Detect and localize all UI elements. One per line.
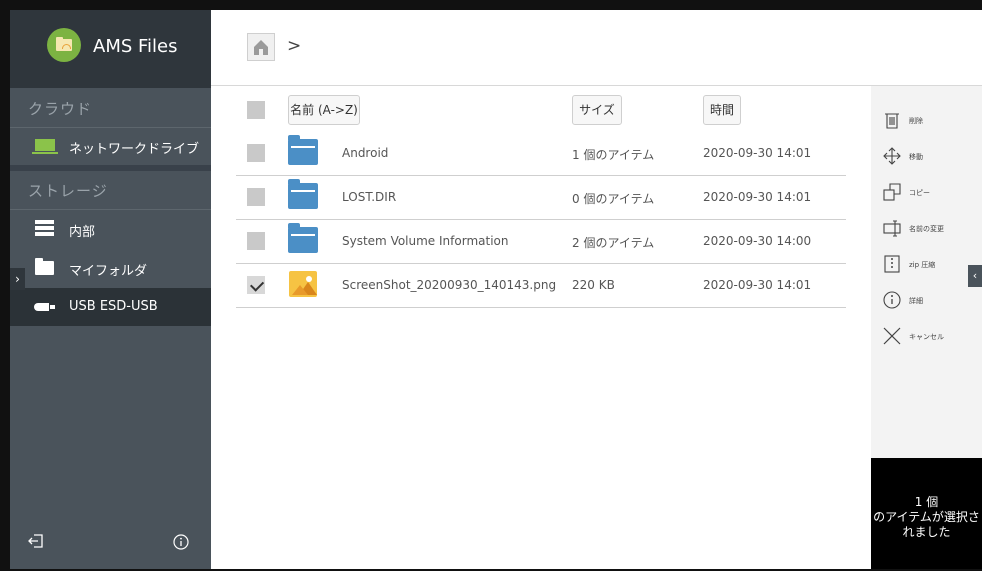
file-time: 2020-09-30 14:01 [703,278,812,292]
zip-icon [884,255,900,273]
image-file-icon [289,271,317,297]
section-cloud: クラウド [10,88,211,128]
sidebar-item-label: USB ESD-USB [69,299,158,314]
action-label: 削除 [909,117,923,125]
panel-collapse-toggle[interactable]: ‹ [968,265,982,287]
table-row[interactable]: Android 1 個のアイテム 2020-09-30 14:01 [236,132,846,176]
action-label: 移動 [909,153,923,161]
status-line: のアイテムが選択さ [873,510,980,524]
breadcrumb-separator: > [287,36,302,56]
section-label-storage: ストレージ [28,182,108,200]
row-checkbox[interactable] [247,144,265,162]
breadcrumb-bar: > [211,10,982,86]
action-label: zip 圧縮 [909,261,936,269]
check-icon [250,277,265,292]
app-header: AMS Files [10,10,211,88]
sidebar-item-my-folder[interactable]: マイフォルダ [10,249,211,287]
app-logo-icon [47,28,81,62]
file-size: 220 KB [572,278,615,292]
selection-status: 1 個 のアイテムが選択さ れました [871,458,982,569]
action-label: コピー [909,189,930,197]
internal-storage-icon [35,220,54,237]
file-size: 2 個のアイテム [572,236,655,250]
table-row[interactable]: System Volume Information 2 個のアイテム 2020-… [236,220,846,264]
row-checkbox[interactable] [247,232,265,250]
app-title: AMS Files [93,36,178,57]
info-icon[interactable] [173,534,189,550]
details-button[interactable]: 詳細 [871,283,982,319]
cancel-button[interactable]: キャンセル [871,319,982,355]
home-button[interactable] [247,33,275,61]
row-checkbox[interactable] [247,188,265,206]
sidebar: AMS Files クラウド ネットワークドライブ ストレージ 内部 マイフォル… [10,10,211,569]
file-name: ScreenShot_20200930_140143.png [342,278,557,292]
file-time: 2020-09-30 14:01 [703,146,812,160]
row-checkbox-checked[interactable] [247,276,265,294]
home-icon [254,40,268,55]
select-all-checkbox[interactable] [247,101,265,119]
folder-icon [288,223,318,253]
network-drive-icon [32,139,58,154]
move-icon [883,147,901,165]
sidebar-item-label: 内部 [69,225,96,240]
copy-button[interactable]: コピー [871,175,982,211]
sidebar-expand-toggle[interactable]: › [10,268,25,290]
move-button[interactable]: 移動 [871,139,982,175]
sort-by-name-button[interactable]: 名前 (A->Z) [288,95,360,125]
action-label: キャンセル [909,333,944,341]
rename-button[interactable]: 名前の変更 [871,211,982,247]
sidebar-item-network-drive[interactable]: ネットワークドライブ [10,127,211,165]
copy-icon [883,183,901,201]
trash-icon [885,113,899,129]
sidebar-item-usb[interactable]: USB ESD-USB [10,288,211,326]
close-icon [883,327,901,345]
sort-by-size-button[interactable]: サイズ [572,95,622,125]
usb-icon [34,303,56,311]
info-icon [883,291,901,309]
sidebar-item-label: マイフォルダ [69,264,148,279]
sort-by-time-button[interactable]: 時間 [703,95,741,125]
status-line: れました [902,525,951,539]
section-label-cloud: クラウド [28,100,93,118]
folder-icon [288,179,318,209]
exit-icon[interactable] [28,534,44,548]
action-panel: 削除 移動 コピー 名前の変更 zip 圧縮 詳細 キャンセル [871,86,982,458]
table-row[interactable]: LOST.DIR 0 個のアイテム 2020-09-30 14:01 [236,176,846,220]
action-label: 詳細 [909,297,923,305]
folder-icon [35,258,54,275]
sidebar-item-label: ネットワークドライブ [69,142,200,157]
file-name: System Volume Information [342,234,509,248]
status-line: 1 個 [914,495,939,509]
sidebar-item-internal[interactable]: 内部 [10,210,211,248]
file-name: LOST.DIR [342,190,397,204]
delete-button[interactable]: 削除 [871,103,982,139]
rename-icon [883,220,901,237]
selection-status-text: 1 個 のアイテムが選択さ れました [871,495,982,540]
section-storage: ストレージ [10,170,211,210]
file-time: 2020-09-30 14:00 [703,234,812,248]
table-row[interactable]: ScreenShot_20200930_140143.png 220 KB 20… [236,264,846,308]
folder-icon [288,135,318,165]
file-time: 2020-09-30 14:01 [703,190,812,204]
action-label: 名前の変更 [909,225,944,233]
zip-button[interactable]: zip 圧縮 [871,247,982,283]
file-size: 1 個のアイテム [572,148,655,162]
file-name: Android [342,146,389,160]
file-size: 0 個のアイテム [572,192,655,206]
